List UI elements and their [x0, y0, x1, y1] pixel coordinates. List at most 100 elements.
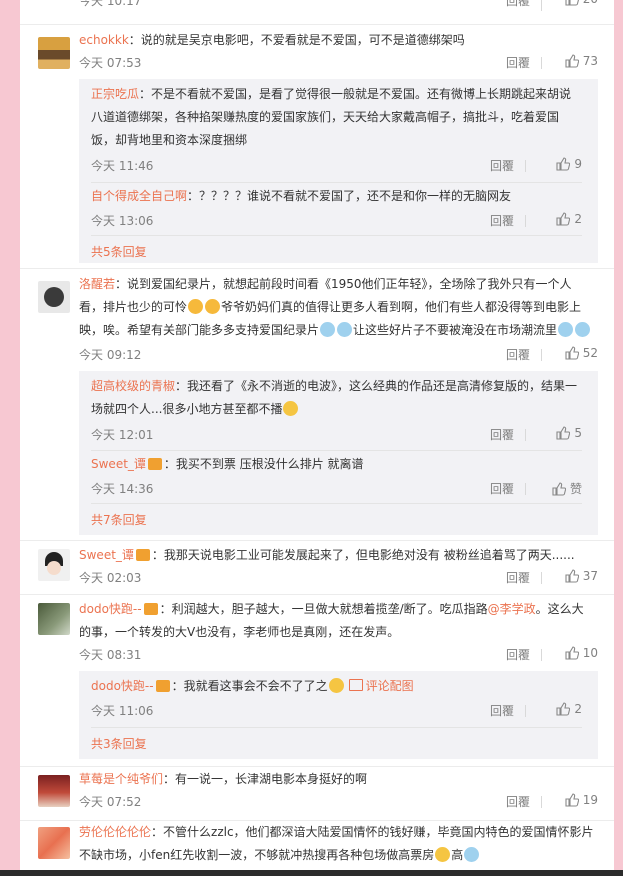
reply-time: 今天 12:01 [91, 428, 154, 442]
vip-badge-icon [155, 680, 170, 692]
avatar[interactable] [38, 281, 70, 313]
like-button[interactable]: 2 [530, 702, 582, 716]
like-button[interactable]: 73 [546, 54, 598, 68]
username-link[interactable]: 自个得成全自己啊 [91, 189, 187, 203]
reply-button[interactable]: 回覆 [490, 426, 514, 443]
thumbs-up-icon [552, 482, 567, 496]
page-background-edge [614, 0, 623, 870]
comment-text: ：不管什么zzlc，他们都深谙大陆爱国情怀的钱好赚，毕竟国内特色的爱国情怀影片不… [79, 825, 594, 862]
reply-button[interactable]: 回覆 [506, 569, 530, 586]
username-link[interactable]: dodo快跑-- [91, 679, 154, 693]
comment-item: 洛醒若：说到爱国纪录片，就想起前段时间看《1950他们正年轻》，全场除了我外只有… [20, 268, 614, 537]
reply-button[interactable]: 回覆 [506, 793, 530, 810]
reply-list: dodo快跑-- ：我就看这事会不会不了了之 评论配图 今天 11:06 回覆 2 … [79, 671, 598, 759]
thumbs-up-icon [565, 54, 579, 68]
like-button[interactable]: 19 [546, 793, 598, 807]
comment-text: ：说的就是吴京电影吧，不爱看就是不爱国，可不是道德绑架吗 [128, 33, 465, 47]
comment-panel: 今天 10:17 回覆 20 echokkk：说的就是吴京电影吧，不爱看就是不爱… [20, 0, 614, 870]
reply-button[interactable]: 回覆 [490, 212, 514, 229]
username-link[interactable]: dodo快跑-- [79, 602, 142, 616]
reply-time: 今天 11:46 [91, 159, 154, 173]
reply-button[interactable]: 回覆 [490, 157, 514, 174]
username-link[interactable]: 正宗吃瓜 [91, 87, 139, 101]
avatar[interactable] [38, 549, 70, 581]
comment-image-link[interactable]: 评论配图 [366, 679, 414, 693]
more-replies-link[interactable]: 共5条回复 [91, 243, 147, 260]
sad-emoji-icon [575, 322, 591, 337]
more-replies-link[interactable]: 共7条回复 [91, 511, 147, 528]
comment-text: 高 [451, 848, 464, 862]
image-icon [348, 679, 363, 691]
comment-time: 今天 08:31 [79, 648, 142, 662]
username-link[interactable]: 草莓是个纯爷们 [79, 772, 163, 786]
sad-emoji-icon [320, 322, 336, 337]
thumbs-up-icon [556, 157, 571, 171]
smile-emoji-icon [283, 401, 299, 416]
comment-time: 今天 09:12 [79, 348, 142, 362]
comment-time: 今天 02:03 [79, 571, 142, 585]
laugh-emoji-icon [435, 847, 451, 862]
thumbs-up-icon [565, 646, 579, 660]
comment-item: 草莓是个纯爷们：有一说一，长津湖电影本身挺好的啊 今天 07:52 回覆 19 [20, 766, 614, 817]
comment-text: ：有一说一，长津湖电影本身挺好的啊 [163, 772, 368, 786]
vip-badge-icon [135, 549, 150, 561]
username-link[interactable]: echokkk [79, 33, 129, 47]
more-replies-link[interactable]: 共3条回复 [91, 735, 147, 752]
thumbs-up-icon [556, 212, 571, 226]
doraemon-emoji-icon [464, 847, 480, 862]
vip-badge-icon [147, 458, 162, 470]
like-button[interactable]: 52 [546, 346, 598, 360]
reply-button[interactable]: 回覆 [506, 646, 530, 663]
comment-item: Sweet_谭 ：我那天说电影工业可能发展起来了，但电影绝对没有 被粉丝追着骂了两… [20, 540, 614, 591]
thumbs-up-icon [565, 346, 579, 360]
avatar[interactable] [38, 603, 70, 635]
mention-link[interactable]: @李学政 [488, 602, 536, 616]
like-button[interactable]: 20 [546, 0, 598, 6]
avatar[interactable] [38, 827, 70, 859]
sad-emoji-icon [558, 322, 574, 337]
like-button[interactable]: 9 [530, 157, 582, 171]
like-button[interactable]: 2 [530, 212, 582, 226]
comment-time: 今天 07:53 [79, 56, 142, 70]
previous-comment-meta: 今天 10:17 回覆 20 [20, 0, 614, 14]
reply-text: ：不是不看就不爱国，是看了觉得很一般就是不爱国。还有微博上长期跳起来胡说八道道德… [91, 87, 572, 147]
reply-button[interactable]: 回覆 [490, 480, 514, 497]
reply-button[interactable]: 回覆 [506, 54, 530, 71]
bottom-taskbar [0, 870, 623, 876]
comment-time: 今天 10:17 [79, 0, 142, 8]
crying-emoji-icon [188, 299, 204, 314]
comment-item: 劳伦伦伦伦伦：不管什么zzlc，他们都深谙大陆爱国情怀的钱好赚，毕竟国内特色的爱… [20, 820, 614, 870]
comment-item: dodo快跑-- ：利润越大，胆子越大，一旦做大就想着揽垄/断了。吃瓜指路@李学政… [20, 594, 614, 763]
sad-emoji-icon [337, 322, 353, 337]
reply-time: 今天 14:36 [91, 482, 154, 496]
comment-text: ：利润越大，胆子越大，一旦做大就想着揽垄/断了。吃瓜指路 [159, 602, 488, 616]
username-link[interactable]: Sweet_谭 [91, 457, 146, 471]
reply-button[interactable]: 回覆 [490, 702, 514, 719]
like-button[interactable]: 10 [546, 646, 598, 660]
like-button[interactable]: 赞 [530, 480, 582, 497]
thumbs-up-icon [565, 0, 579, 6]
reply-text: ：我买不到票 压根没什么排片 就离谱 [163, 457, 364, 471]
thumbs-up-icon [565, 793, 579, 807]
like-button[interactable]: 5 [530, 426, 582, 440]
reply-text: ：？？？？谁说不看就不爱国了，还不是和你一样的无脑网友 [187, 189, 512, 203]
reply-button[interactable]: 回覆 [506, 0, 530, 9]
username-link[interactable]: 劳伦伦伦伦伦 [79, 825, 151, 839]
username-link[interactable]: 超高校级的青椒 [91, 379, 175, 393]
reply-time: 今天 11:06 [91, 704, 154, 718]
smirk-emoji-icon [328, 678, 344, 693]
avatar[interactable] [38, 775, 70, 807]
username-link[interactable]: 洛醒若 [79, 277, 115, 291]
thumbs-up-icon [556, 702, 571, 716]
avatar[interactable] [38, 37, 70, 69]
comment-text: 让这些好片子不要被淹没在市场潮流里 [353, 323, 558, 337]
comment-time: 今天 07:52 [79, 795, 142, 809]
reply-text: ：我就看这事会不会不了了之 [171, 679, 328, 693]
thumbs-up-icon [565, 569, 579, 583]
username-link[interactable]: Sweet_谭 [79, 548, 134, 562]
comment-text: ：我那天说电影工业可能发展起来了，但电影绝对没有 被粉丝追着骂了两天...... [151, 548, 575, 562]
reply-button[interactable]: 回覆 [506, 346, 530, 363]
like-button[interactable]: 37 [546, 569, 598, 583]
vip-badge-icon [143, 603, 158, 615]
thumbs-up-icon [556, 426, 571, 440]
